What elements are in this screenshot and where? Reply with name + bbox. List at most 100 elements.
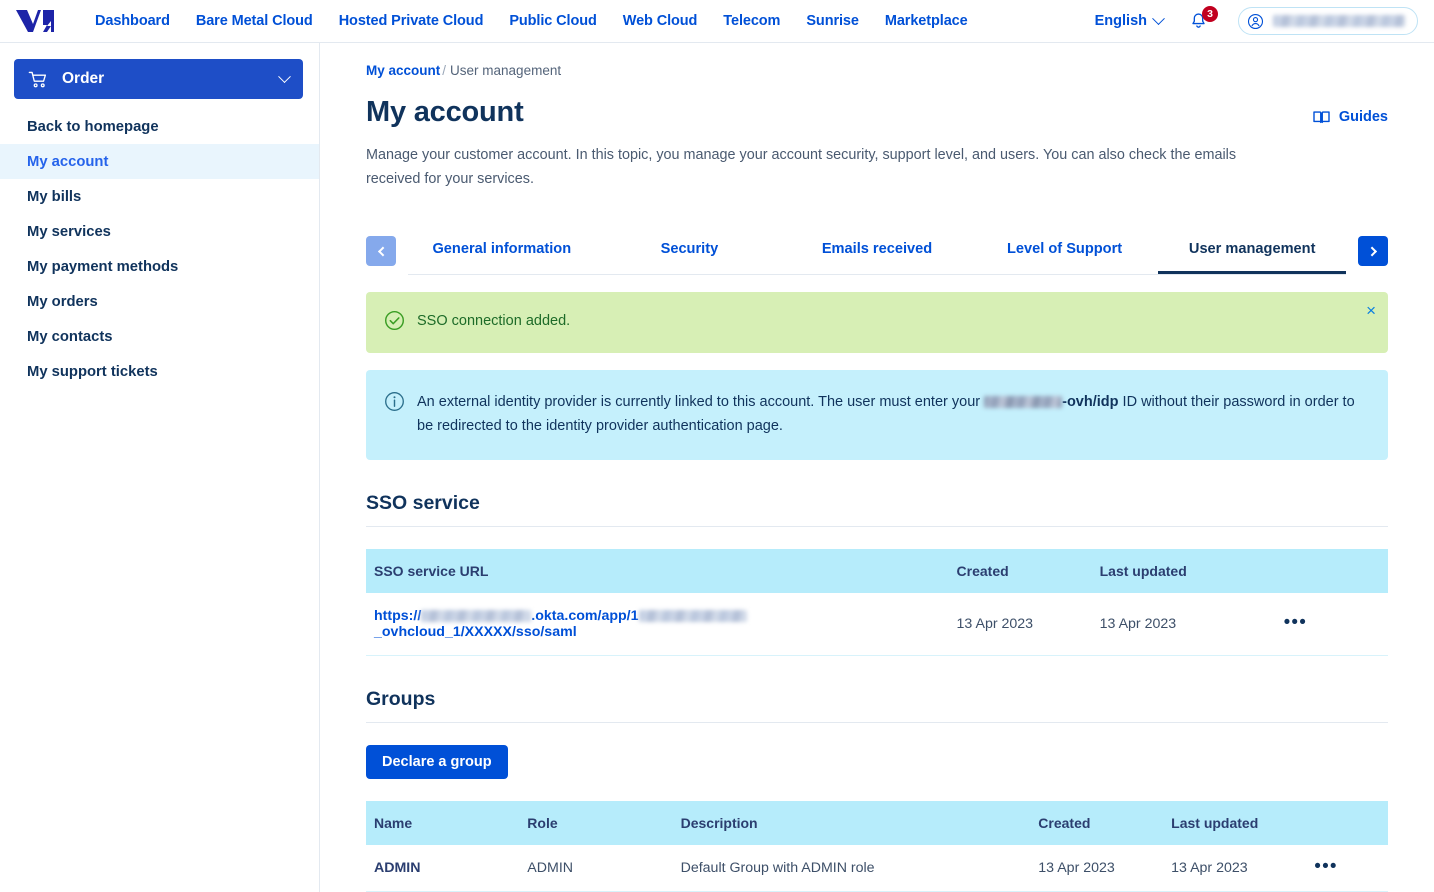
order-button[interactable]: Order (14, 59, 303, 99)
nav-item-hosted-private-cloud[interactable]: Hosted Private Cloud (326, 13, 497, 29)
sidebar-item-my-orders[interactable]: My orders (0, 284, 319, 319)
sidebar-item-my-services[interactable]: My services (0, 214, 319, 249)
column-header-actions (1276, 549, 1388, 593)
sidebar-item-label: Back to homepage (27, 119, 159, 135)
sso-section-title: SSO service (366, 492, 1388, 527)
cell-created: 13 Apr 2023 (949, 593, 1092, 656)
column-header-created: Created (1030, 801, 1163, 845)
sso-url-link[interactable]: https:// .okta.com/app/1_ovhcloud_1/XXXXX… (374, 608, 747, 640)
sidebar-item-label: My bills (27, 189, 81, 205)
tab-label: Emails received (822, 241, 932, 257)
sso-url-redacted-host (421, 610, 531, 622)
success-alert-message: SSO connection added. (417, 309, 570, 333)
cell-actions: ••• (1306, 845, 1388, 892)
nav-item-public-cloud[interactable]: Public Cloud (496, 13, 609, 29)
breadcrumb: My account/ User management (366, 63, 1388, 78)
tabs-next-arrow-button[interactable] (1358, 236, 1388, 266)
notifications-button[interactable]: 3 (1189, 12, 1208, 31)
cell-group-role: ADMIN (519, 845, 672, 892)
sidebar-item-label: My services (27, 224, 111, 240)
breadcrumb-root-link[interactable]: My account (366, 63, 440, 78)
breadcrumb-separator: / (442, 63, 446, 78)
chevron-right-icon (1367, 246, 1377, 256)
nav-item-marketplace[interactable]: Marketplace (872, 13, 981, 29)
sso-url-suffix: _ovhcloud_1/XXXXX/sso/saml (374, 624, 577, 640)
guides-label: Guides (1339, 109, 1388, 125)
cell-created: 13 Apr 2023 (1030, 845, 1163, 892)
nav-item-telecom[interactable]: Telecom (710, 13, 793, 29)
groups-section-title: Groups (366, 688, 1388, 723)
top-bar-right-controls: English 3 (1095, 7, 1434, 35)
main-content: My account/ User management My account Gu… (320, 43, 1434, 892)
user-name-redacted (1273, 15, 1405, 27)
cell-group-name: ADMIN (366, 845, 519, 892)
table-row: ADMIN ADMIN Default Group with ADMIN rol… (366, 845, 1388, 892)
tab-list: General information Security Emails rece… (408, 227, 1346, 275)
chevron-left-icon (377, 246, 387, 256)
page-intro-text: Manage your customer account. In this to… (366, 143, 1271, 191)
sso-url-prefix: https:// (374, 608, 421, 624)
column-header-role: Role (519, 801, 672, 845)
tab-security[interactable]: Security (596, 227, 784, 274)
success-alert: SSO connection added. × (366, 292, 1388, 353)
ovhcloud-logo-icon[interactable] (12, 6, 60, 36)
table-row: https:// .okta.com/app/1_ovhcloud_1/XXXXX… (366, 593, 1388, 656)
tab-label: User management (1189, 241, 1316, 257)
tabs-prev-arrow-button[interactable] (366, 236, 396, 266)
language-label: English (1095, 13, 1147, 29)
declare-a-group-button[interactable]: Declare a group (366, 745, 508, 779)
cell-sso-url: https:// .okta.com/app/1_ovhcloud_1/XXXXX… (366, 593, 949, 656)
user-account-chip[interactable] (1238, 7, 1418, 35)
cell-last-updated: 13 Apr 2023 (1163, 845, 1306, 892)
sidebar-item-my-payment-methods[interactable]: My payment methods (0, 249, 319, 284)
nav-item-dashboard[interactable]: Dashboard (82, 13, 183, 29)
chevron-down-icon (1152, 12, 1165, 25)
row-actions-menu-button[interactable]: ••• (1284, 619, 1308, 627)
notification-count-badge: 3 (1202, 6, 1218, 22)
account-id-redacted (984, 396, 1062, 408)
row-actions-menu-button[interactable]: ••• (1314, 863, 1338, 871)
column-header-description: Description (673, 801, 1031, 845)
cell-group-description: Default Group with ADMIN role (673, 845, 1031, 892)
order-button-label: Order (62, 70, 104, 88)
sidebar-item-my-bills[interactable]: My bills (0, 179, 319, 214)
info-circle-icon (384, 391, 405, 417)
table-header-row: Name Role Description Created Last updat… (366, 801, 1388, 845)
user-avatar-icon (1247, 13, 1264, 30)
sidebar-item-my-support-tickets[interactable]: My support tickets (0, 354, 319, 389)
tabs-navigation: General information Security Emails rece… (366, 227, 1388, 275)
nav-item-bare-metal-cloud[interactable]: Bare Metal Cloud (183, 13, 326, 29)
sidebar-item-my-contacts[interactable]: My contacts (0, 319, 319, 354)
breadcrumb-current: User management (450, 63, 561, 78)
tab-user-management[interactable]: User management (1158, 227, 1346, 274)
sidebar-item-label: My contacts (27, 329, 113, 345)
column-header-created: Created (949, 549, 1092, 593)
language-selector[interactable]: English (1095, 13, 1163, 29)
column-header-last-updated: Last updated (1163, 801, 1306, 845)
sso-url-mid: .okta.com/app/1 (531, 608, 638, 624)
sidebar-item-back-to-homepage[interactable]: Back to homepage (0, 109, 319, 144)
chevron-down-icon (278, 70, 291, 83)
info-alert-message: An external identity provider is current… (417, 390, 1367, 438)
column-header-actions (1306, 801, 1388, 845)
table-header-row: SSO service URL Created Last updated (366, 549, 1388, 593)
nav-item-sunrise[interactable]: Sunrise (793, 13, 872, 29)
column-header-sso-url: SSO service URL (366, 549, 949, 593)
tab-label: Security (661, 241, 719, 257)
tab-label: General information (432, 241, 571, 257)
nav-item-web-cloud[interactable]: Web Cloud (610, 13, 711, 29)
sso-service-table: SSO service URL Created Last updated htt… (366, 549, 1388, 656)
top-navigation-bar: Dashboard Bare Metal Cloud Hosted Privat… (0, 0, 1434, 43)
guides-link[interactable]: Guides (1313, 109, 1388, 125)
info-text-before: An external identity provider is current… (417, 394, 980, 410)
main-nav: Dashboard Bare Metal Cloud Hosted Privat… (82, 13, 981, 29)
sso-url-redacted-app (639, 610, 747, 622)
close-icon[interactable]: × (1366, 302, 1376, 319)
tab-level-of-support[interactable]: Level of Support (971, 227, 1159, 274)
cell-actions: ••• (1276, 593, 1388, 656)
page-header: My account Guides (366, 96, 1388, 129)
tab-emails-received[interactable]: Emails received (783, 227, 971, 274)
column-header-name: Name (366, 801, 519, 845)
sidebar-item-my-account[interactable]: My account (0, 144, 319, 179)
tab-general-information[interactable]: General information (408, 227, 596, 274)
